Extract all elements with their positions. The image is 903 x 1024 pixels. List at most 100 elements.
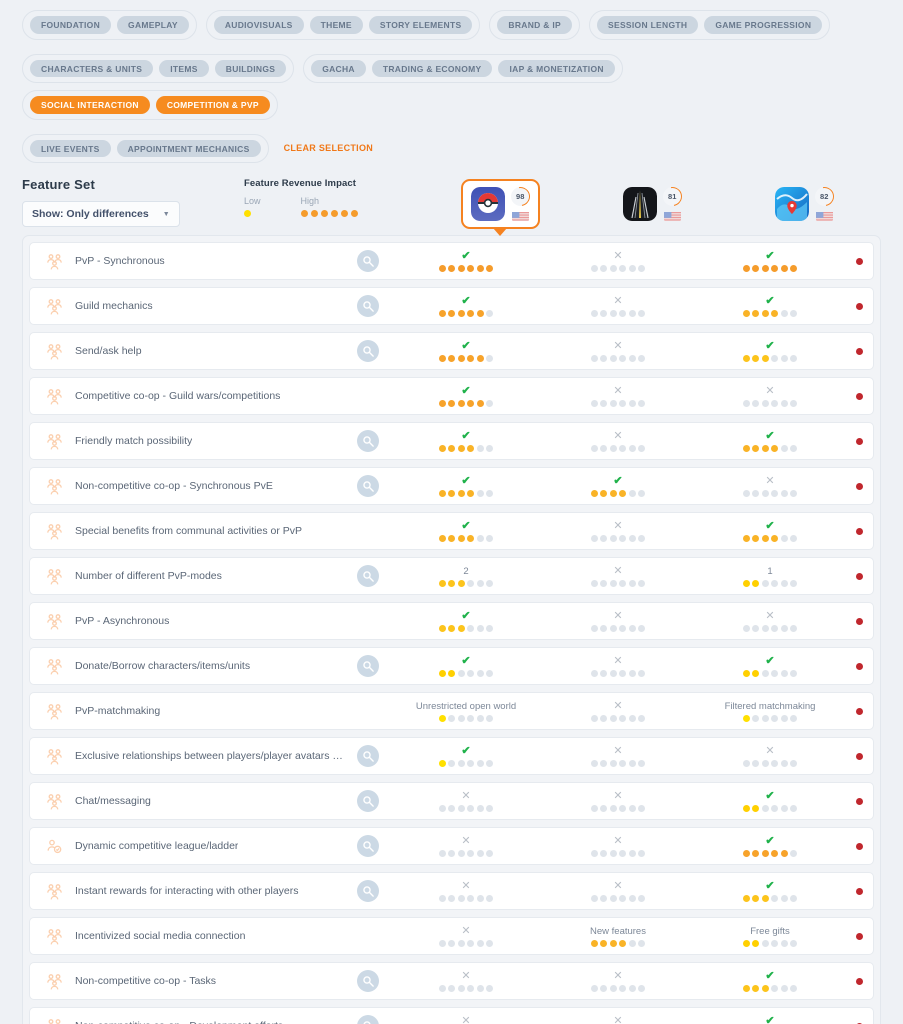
filter-tag[interactable]: GAME PROGRESSION [704, 16, 823, 34]
app-icon[interactable] [470, 187, 505, 221]
feature-value-cell[interactable]: ✔ [694, 340, 846, 362]
feature-value-cell[interactable]: ✔ [390, 295, 542, 317]
search-icon[interactable] [357, 790, 379, 812]
feature-value-cell[interactable]: ✕ [542, 835, 694, 857]
feature-value-cell[interactable]: ✔ [390, 655, 542, 677]
status-badge[interactable] [856, 842, 863, 850]
filter-tag[interactable]: FOUNDATION [30, 16, 112, 34]
app-chip[interactable]: 82 [765, 179, 844, 229]
search-icon[interactable] [357, 295, 379, 317]
app-chip[interactable]: 81 [613, 179, 692, 229]
feature-value-cell[interactable]: ✔ [694, 880, 846, 902]
feature-value-cell[interactable]: ✕ [542, 700, 694, 722]
filter-tag[interactable]: CHARACTERS & UNITS [30, 59, 154, 77]
status-badge[interactable] [856, 347, 863, 355]
feature-value-cell[interactable]: Filtered matchmaking [694, 701, 846, 722]
search-icon[interactable] [357, 475, 379, 497]
status-badge[interactable] [856, 977, 863, 985]
search-icon[interactable] [357, 250, 379, 272]
table-row[interactable]: Non-competitive co-op - Tasks ✕ ✕ ✔ [29, 962, 874, 1000]
feature-value-cell[interactable]: Unrestricted open world [390, 701, 542, 722]
status-badge[interactable] [856, 257, 863, 265]
feature-value-cell[interactable]: ✔ [694, 295, 846, 317]
filter-tag[interactable]: AUDIOVISUALS [213, 16, 304, 34]
feature-value-cell[interactable]: ✕ [390, 880, 542, 902]
table-row[interactable]: PvP-matchmaking Unrestricted open world ✕ F… [29, 692, 874, 730]
status-badge[interactable] [856, 932, 863, 940]
feature-value-cell[interactable]: ✔ [694, 790, 846, 812]
status-badge[interactable] [856, 527, 863, 535]
feature-value-cell[interactable]: ✕ [694, 745, 846, 767]
feature-value-cell[interactable]: ✕ [542, 790, 694, 812]
table-row[interactable]: Competitive co-op - Guild wars/competiti… [29, 377, 874, 415]
status-badge[interactable] [856, 617, 863, 625]
feature-value-cell[interactable]: ✕ [542, 1015, 694, 1024]
filter-tag[interactable]: SESSION LENGTH [597, 16, 699, 34]
feature-value-cell[interactable]: ✔ [390, 520, 542, 542]
feature-value-cell[interactable]: ✔ [694, 1015, 846, 1024]
feature-value-cell[interactable]: Free gifts [694, 926, 846, 947]
table-row[interactable]: Donate/Borrow characters/items/units ✔ ✕ ✔ [29, 647, 874, 685]
filter-tag[interactable]: BUILDINGS [214, 59, 287, 77]
table-row[interactable]: Special benefits from communal activitie… [29, 512, 874, 550]
feature-value-cell[interactable]: ✕ [390, 925, 542, 947]
search-icon[interactable] [357, 1015, 379, 1024]
feature-value-cell[interactable]: ✔ [390, 385, 542, 407]
search-icon[interactable] [357, 835, 379, 857]
feature-value-cell[interactable]: ✕ [390, 790, 542, 812]
search-icon[interactable] [357, 880, 379, 902]
feature-value-cell[interactable]: ✕ [542, 745, 694, 767]
feature-value-cell[interactable]: ✕ [694, 475, 846, 497]
table-row[interactable]: Incentivized social media connection ✕ New… [29, 917, 874, 955]
show-filter-select[interactable]: Show: Only differences ▼ [22, 201, 180, 227]
filter-tag[interactable]: APPOINTMENT MECHANICS [116, 139, 261, 157]
filter-tag[interactable]: ITEMS [159, 59, 209, 77]
clear-selection-link[interactable]: CLEAR SELECTION [278, 143, 380, 153]
feature-value-cell[interactable]: ✔ [390, 340, 542, 362]
feature-value-cell[interactable]: ✕ [694, 610, 846, 632]
feature-value-cell[interactable]: ✕ [542, 340, 694, 362]
status-badge[interactable] [856, 572, 863, 580]
status-badge[interactable] [856, 482, 863, 490]
feature-value-cell[interactable]: ✕ [542, 655, 694, 677]
feature-value-cell[interactable]: ✕ [390, 1015, 542, 1024]
table-row[interactable]: Guild mechanics ✔ ✕ ✔ [29, 287, 874, 325]
feature-value-cell[interactable]: ✕ [390, 970, 542, 992]
filter-tag[interactable]: THEME [309, 16, 363, 34]
feature-value-cell[interactable]: ✔ [694, 520, 846, 542]
feature-value-cell[interactable]: ✔ [390, 250, 542, 272]
app-icon[interactable] [622, 187, 657, 221]
search-icon[interactable] [357, 565, 379, 587]
status-badge[interactable] [856, 707, 863, 715]
filter-tag[interactable]: GAMEPLAY [117, 16, 189, 34]
feature-value-cell[interactable]: ✔ [694, 655, 846, 677]
feature-value-cell[interactable]: ✕ [542, 565, 694, 587]
feature-value-cell[interactable]: 2 [390, 566, 542, 587]
feature-value-cell[interactable]: New features [542, 926, 694, 947]
status-badge[interactable] [856, 752, 863, 760]
feature-value-cell[interactable]: ✕ [542, 970, 694, 992]
feature-value-cell[interactable]: ✕ [542, 880, 694, 902]
status-badge[interactable] [856, 662, 863, 670]
filter-tag[interactable]: STORY ELEMENTS [368, 16, 473, 34]
app-icon[interactable] [774, 187, 809, 221]
table-row[interactable]: Send/ask help ✔ ✕ ✔ [29, 332, 874, 370]
table-row[interactable]: Friendly match possibility ✔ ✕ ✔ [29, 422, 874, 460]
feature-value-cell[interactable]: ✔ [694, 835, 846, 857]
feature-value-cell[interactable]: ✕ [542, 430, 694, 452]
table-row[interactable]: Chat/messaging ✕ ✕ ✔ [29, 782, 874, 820]
search-icon[interactable] [357, 655, 379, 677]
feature-value-cell[interactable]: ✕ [694, 385, 846, 407]
filter-tag[interactable]: GACHA [311, 59, 366, 77]
search-icon[interactable] [357, 430, 379, 452]
table-row[interactable]: PvP - Asynchronous ✔ ✕ ✕ [29, 602, 874, 640]
feature-value-cell[interactable]: ✔ [390, 430, 542, 452]
table-row[interactable]: Exclusive relationships between players/… [29, 737, 874, 775]
table-row[interactable]: Non-competitive co-op - Development effo… [29, 1007, 874, 1024]
table-row[interactable]: PvP - Synchronous ✔ ✕ ✔ [29, 242, 874, 280]
feature-value-cell[interactable]: ✕ [542, 295, 694, 317]
search-icon[interactable] [357, 970, 379, 992]
status-badge[interactable] [856, 437, 863, 445]
table-row[interactable]: Non-competitive co-op - Synchronous PvE ✔… [29, 467, 874, 505]
feature-value-cell[interactable]: ✕ [542, 520, 694, 542]
